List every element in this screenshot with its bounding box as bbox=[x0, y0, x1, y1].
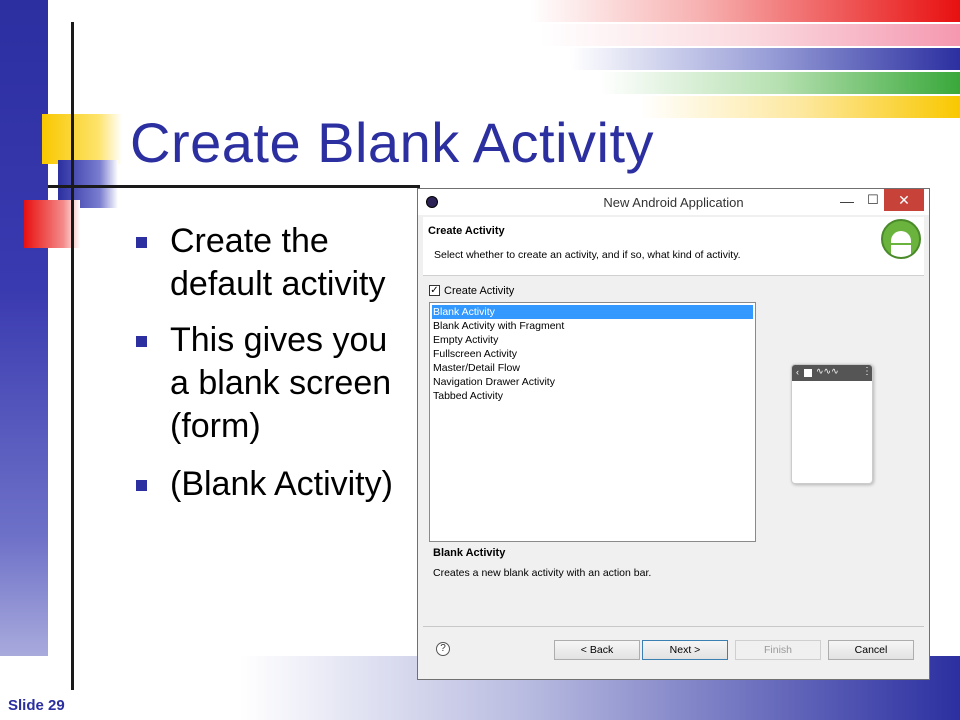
help-icon[interactable]: ? bbox=[436, 642, 450, 656]
bullet-line: This gives you bbox=[170, 321, 388, 359]
preview-title-icon: ∿∿∿ bbox=[816, 366, 839, 376]
selected-activity-description: Creates a new blank activity with an act… bbox=[433, 567, 652, 579]
list-item-empty-activity[interactable]: Empty Activity bbox=[432, 333, 753, 347]
window-titlebar[interactable]: New Android Application — ☐ ✕ bbox=[418, 189, 929, 215]
header-stripe-blue bbox=[570, 48, 960, 70]
preview-back-icon: ‹ bbox=[796, 367, 799, 377]
bullet-line: default activity bbox=[170, 265, 386, 303]
close-icon: ✕ bbox=[898, 192, 910, 208]
close-button[interactable]: ✕ bbox=[884, 189, 924, 211]
create-activity-label[interactable]: Create Activity bbox=[444, 285, 514, 297]
header-stripe-pink bbox=[540, 24, 960, 46]
bullet-line: (Blank Activity) bbox=[170, 465, 393, 503]
selected-activity-title: Blank Activity bbox=[433, 547, 506, 559]
header-stripe-green bbox=[600, 72, 960, 94]
bullet-line: Create the bbox=[170, 222, 329, 260]
bullet-line: a blank screen bbox=[170, 364, 392, 402]
next-button[interactable]: Next > bbox=[642, 640, 728, 660]
activity-type-list[interactable]: Blank Activity Blank Activity with Fragm… bbox=[429, 302, 756, 542]
list-item-blank-activity-with-fragment[interactable]: Blank Activity with Fragment bbox=[432, 319, 753, 333]
preview-overflow-icon: ⋮ bbox=[862, 366, 872, 377]
minimize-icon: — bbox=[840, 193, 854, 209]
wizard-header: Create Activity Select whether to create… bbox=[423, 217, 924, 276]
minimize-button[interactable]: — bbox=[836, 189, 858, 213]
checkmark-icon: ✓ bbox=[430, 285, 439, 296]
header-stripe-red bbox=[530, 0, 960, 22]
android-body-shape bbox=[891, 245, 911, 257]
list-item-master-detail-flow[interactable]: Master/Detail Flow bbox=[432, 361, 753, 375]
list-item-fullscreen-activity[interactable]: Fullscreen Activity bbox=[432, 347, 753, 361]
finish-button[interactable]: Finish bbox=[735, 640, 821, 660]
button-bar-divider bbox=[423, 626, 924, 627]
header-stripe-yellow bbox=[640, 96, 960, 118]
decor-vertical-line bbox=[71, 22, 74, 690]
activity-preview-image: ‹ ∿∿∿ ⋮ bbox=[791, 364, 873, 484]
maximize-icon: ☐ bbox=[867, 192, 879, 207]
bullet-text: (Blank Activity) bbox=[170, 463, 393, 506]
bullet-marker bbox=[136, 237, 147, 248]
title-underline bbox=[48, 185, 420, 188]
decor-yellow-square bbox=[42, 114, 122, 164]
android-logo bbox=[881, 219, 921, 259]
preview-app-icon bbox=[804, 369, 812, 377]
cancel-button[interactable]: Cancel bbox=[828, 640, 914, 660]
bullet-marker bbox=[136, 336, 147, 347]
wizard-page-title: Create Activity bbox=[428, 225, 505, 237]
list-item-blank-activity[interactable]: Blank Activity bbox=[432, 305, 753, 319]
back-button[interactable]: < Back bbox=[554, 640, 640, 660]
slide-number: Slide 29 bbox=[8, 697, 65, 714]
android-head-shape bbox=[891, 231, 911, 243]
list-item-navigation-drawer-activity[interactable]: Navigation Drawer Activity bbox=[432, 375, 753, 389]
list-item-tabbed-activity[interactable]: Tabbed Activity bbox=[432, 389, 753, 403]
left-accent-bar bbox=[0, 0, 48, 720]
bullet-text: This gives you a blank screen (form) bbox=[170, 319, 391, 448]
wizard-page-description: Select whether to create an activity, an… bbox=[434, 249, 741, 261]
create-activity-checkbox[interactable]: ✓ bbox=[429, 285, 440, 296]
slide-title: Create Blank Activity bbox=[130, 111, 655, 174]
bullet-text: Create the default activity bbox=[170, 220, 385, 306]
maximize-button[interactable]: ☐ bbox=[862, 189, 884, 213]
new-android-application-dialog: New Android Application — ☐ ✕ Create Act… bbox=[417, 188, 930, 680]
bullet-marker bbox=[136, 480, 147, 491]
bullet-line: (form) bbox=[170, 407, 261, 445]
preview-action-bar: ‹ ∿∿∿ ⋮ bbox=[792, 365, 872, 381]
